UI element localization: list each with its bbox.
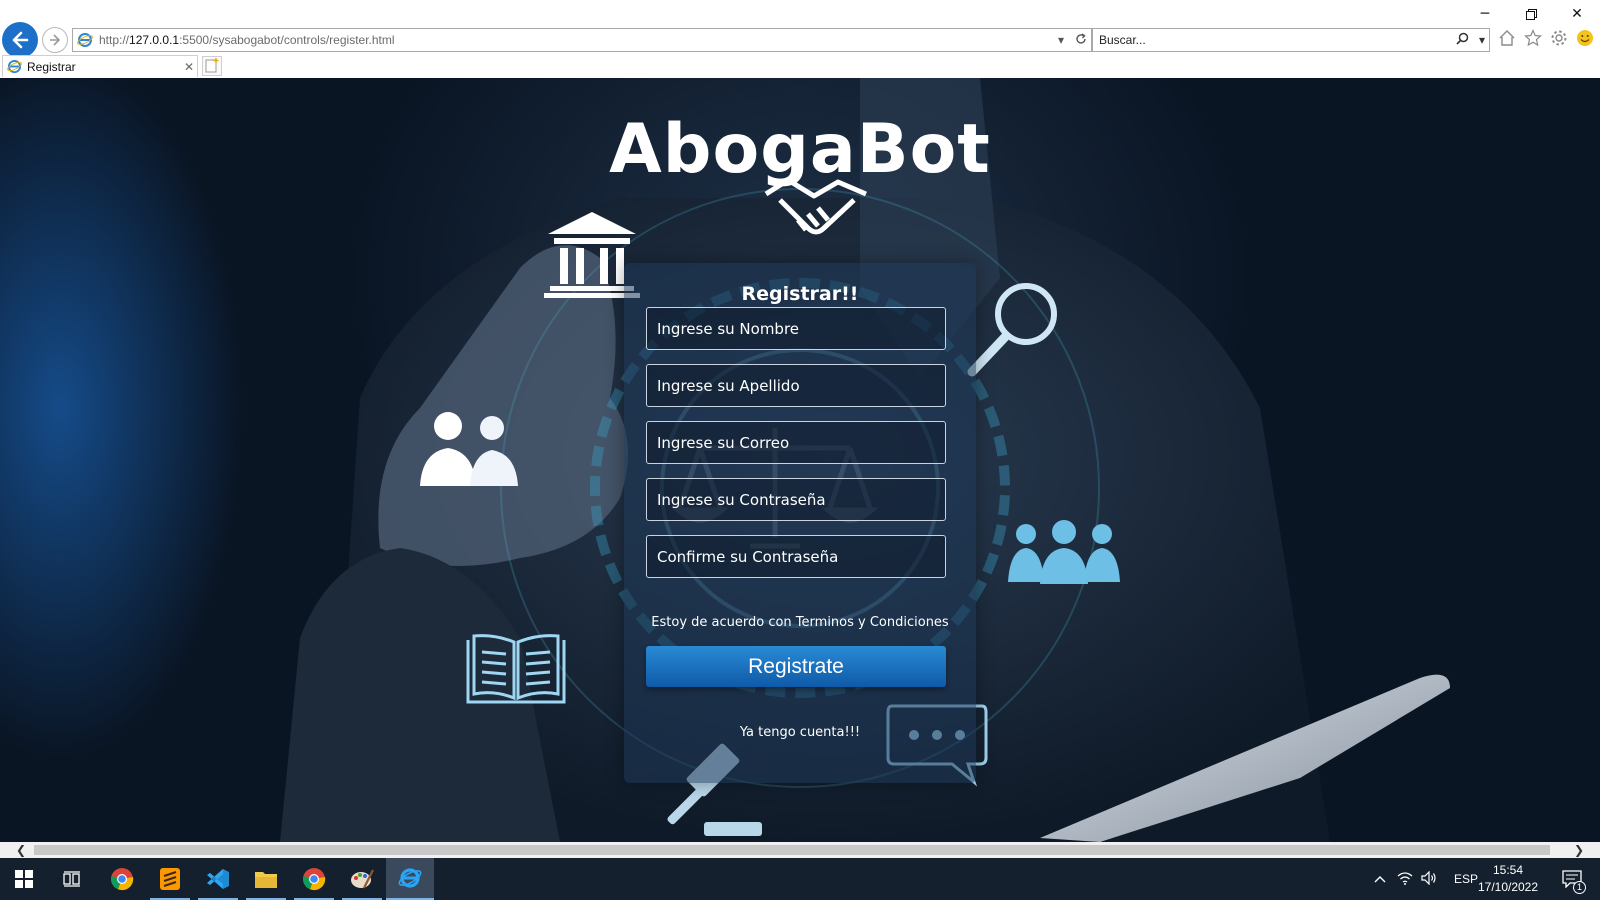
chrome-icon [111, 868, 134, 891]
internet-explorer-icon [398, 868, 422, 888]
forward-button[interactable] [42, 27, 68, 53]
taskbar-chrome[interactable] [98, 858, 146, 900]
refresh-icon[interactable] [1071, 32, 1091, 48]
tab-title: Registrar [27, 59, 76, 74]
search-icon[interactable] [1449, 32, 1475, 48]
register-button[interactable]: Registrate [646, 646, 946, 687]
scroll-right-icon[interactable]: ❯ [1570, 842, 1588, 858]
back-button[interactable] [2, 22, 38, 58]
system-clock[interactable]: 15:54 17/10/2022 [1468, 862, 1548, 896]
email-placeholder: Ingrese su Correo [657, 433, 790, 452]
taskbar-internet-explorer[interactable] [386, 858, 434, 900]
favorites-star-icon[interactable] [1524, 28, 1542, 48]
windows-logo-icon [15, 870, 33, 888]
terms-link[interactable]: Estoy de acuerdo con Terminos y Condicio… [624, 615, 976, 630]
task-view-button[interactable] [48, 858, 96, 900]
url-path: :5500/sysabogabot/controls/register.html [179, 33, 395, 47]
confirm-password-input[interactable]: Confirme su Contraseña [646, 535, 946, 578]
password-placeholder: Ingrese su Contraseña [657, 490, 826, 509]
password-input[interactable]: Ingrese su Contraseña [646, 478, 946, 521]
settings-gear-icon[interactable] [1550, 28, 1568, 48]
search-placeholder: Buscar... [1099, 33, 1146, 47]
lastname-placeholder: Ingrese su Apellido [657, 376, 800, 395]
magnifier-icon [967, 283, 1057, 377]
new-tab-button[interactable] [202, 56, 222, 76]
tab-close-icon[interactable]: ✕ [181, 60, 197, 74]
address-dropdown-icon[interactable]: ▾ [1051, 33, 1071, 47]
browser-search-box[interactable]: Buscar... ▾ [1092, 28, 1490, 52]
login-link[interactable]: Ya tengo cuenta!!! [624, 725, 976, 740]
back-arrow-icon [12, 31, 29, 49]
windows-taskbar: ESP 15:54 17/10/2022 1 [0, 858, 1600, 900]
register-form-panel: Registrar!! Ingrese su Nombre Ingrese su… [624, 263, 976, 783]
close-window-icon[interactable]: ✕ [1554, 0, 1600, 28]
taskbar-paint[interactable] [338, 858, 386, 900]
start-button[interactable] [0, 858, 48, 900]
clock-date: 17/10/2022 [1477, 880, 1539, 894]
folder-icon [255, 872, 277, 888]
notifications-button[interactable]: 1 [1556, 858, 1588, 900]
chrome-icon-2 [303, 868, 326, 891]
minimize-icon[interactable]: ─ [1462, 0, 1508, 28]
horizontal-scrollbar[interactable]: ❮ ❯ [0, 842, 1600, 858]
restore-icon[interactable] [1508, 0, 1554, 28]
volume-icon[interactable] [1418, 870, 1440, 888]
taskbar-chrome-2[interactable] [290, 858, 338, 900]
new-tab-icon [205, 58, 219, 73]
taskbar-sublime-text[interactable] [146, 858, 194, 900]
lastname-input[interactable]: Ingrese su Apellido [646, 364, 946, 407]
sublime-text-icon [160, 868, 180, 890]
scroll-left-icon[interactable]: ❮ [12, 842, 30, 858]
scrollbar-thumb[interactable] [34, 845, 1550, 855]
page-viewport: AbogaBot Registrar!! Ingrese su Nombre I… [0, 78, 1600, 842]
home-icon[interactable] [1498, 28, 1516, 48]
tray-chevron-icon[interactable] [1370, 872, 1390, 886]
confirm-password-placeholder: Confirme su Contraseña [657, 547, 839, 566]
taskbar-file-explorer[interactable] [242, 858, 290, 900]
ie-tab-icon [7, 59, 22, 74]
clock-time: 15:54 [1492, 863, 1524, 877]
paint-palette-icon [351, 869, 374, 889]
form-title: Registrar!! [741, 283, 859, 305]
task-view-icon [63, 871, 80, 887]
browser-tools [1498, 28, 1594, 48]
email-input[interactable]: Ingrese su Correo [646, 421, 946, 464]
url-host: 127.0.0.1 [129, 33, 180, 47]
ie-page-icon [77, 33, 93, 47]
browser-chrome: http://127.0.0.1:5500/sysabogabot/contro… [0, 0, 1600, 78]
window-controls: ─ ✕ [1462, 0, 1600, 28]
address-bar[interactable]: http://127.0.0.1:5500/sysabogabot/contro… [72, 28, 1092, 52]
vscode-icon [207, 869, 229, 889]
search-dropdown-icon[interactable]: ▾ [1475, 33, 1489, 47]
name-input[interactable]: Ingrese su Nombre [646, 307, 946, 350]
system-tray: ESP [1370, 858, 1478, 900]
network-icon[interactable] [1394, 871, 1416, 888]
browser-tab-registrar[interactable]: Registrar ✕ [2, 55, 198, 77]
team-icon [1008, 520, 1120, 584]
taskbar-vscode[interactable] [194, 858, 242, 900]
url-prefix: http:// [99, 33, 130, 47]
feedback-smiley-icon[interactable] [1576, 28, 1594, 48]
address-url[interactable]: http://127.0.0.1:5500/sysabogabot/contro… [99, 33, 1051, 47]
notification-count: 1 [1573, 881, 1586, 894]
handshake-icon [764, 177, 867, 235]
forward-arrow-icon [50, 34, 61, 46]
name-placeholder: Ingrese su Nombre [657, 319, 800, 338]
two-people-icon [420, 412, 518, 486]
open-book-icon [466, 634, 566, 704]
